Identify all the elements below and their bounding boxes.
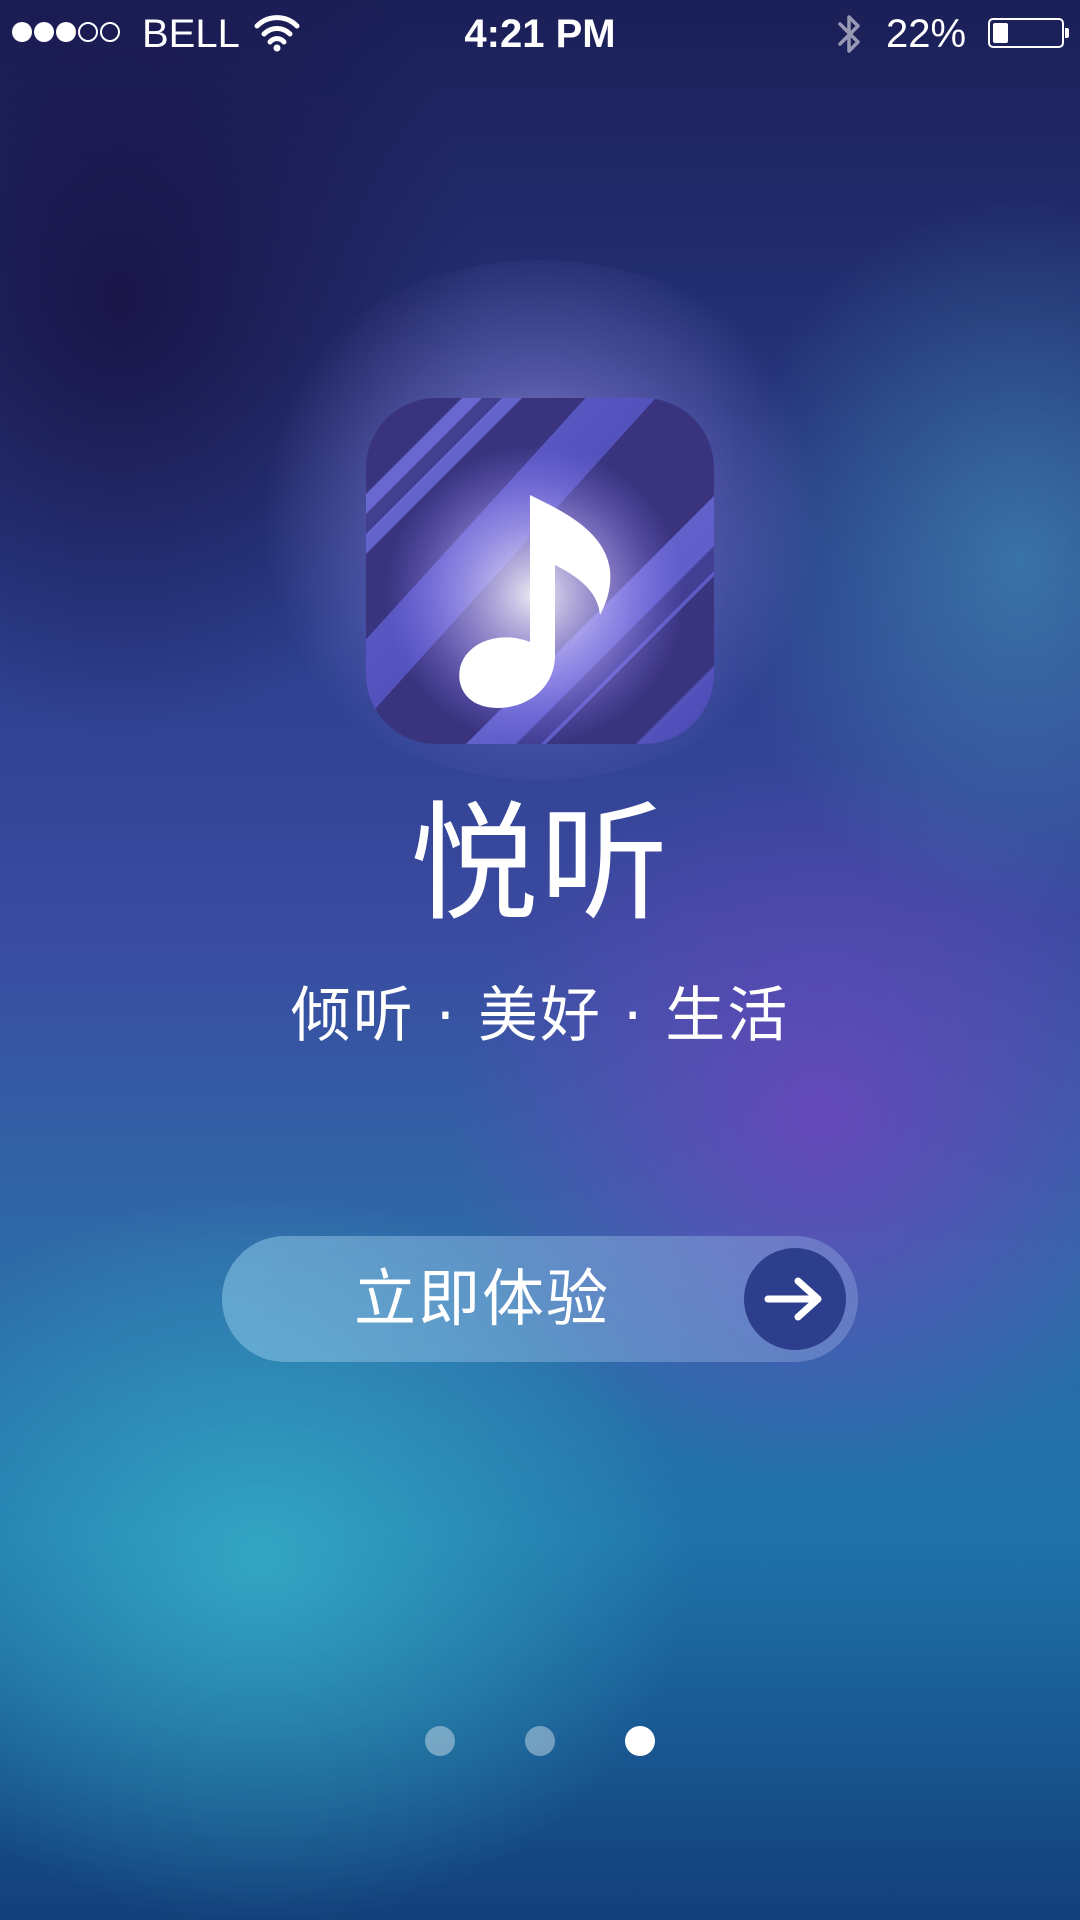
app-tagline: 倾听 · 美好 · 生活 xyxy=(290,981,790,1051)
arrow-right-icon[interactable] xyxy=(744,1248,846,1350)
page-dot-1[interactable] xyxy=(425,1726,455,1756)
app-name: 悦听 xyxy=(409,790,670,939)
status-bar: BELL 4:21 PM 22% xyxy=(0,0,1080,66)
battery-percentage: 22% xyxy=(886,12,967,56)
page-dot-2[interactable] xyxy=(525,1726,555,1756)
battery-icon xyxy=(988,18,1069,48)
try-now-label: 立即体验 xyxy=(353,1262,610,1335)
music-note-icon xyxy=(360,390,720,750)
try-now-button[interactable]: 立即体验 xyxy=(222,1236,858,1362)
bluetooth-icon xyxy=(834,10,866,68)
page-indicator xyxy=(0,1726,1080,1756)
battery-level-fill xyxy=(993,23,1008,43)
page-dot-3[interactable] xyxy=(625,1726,655,1756)
